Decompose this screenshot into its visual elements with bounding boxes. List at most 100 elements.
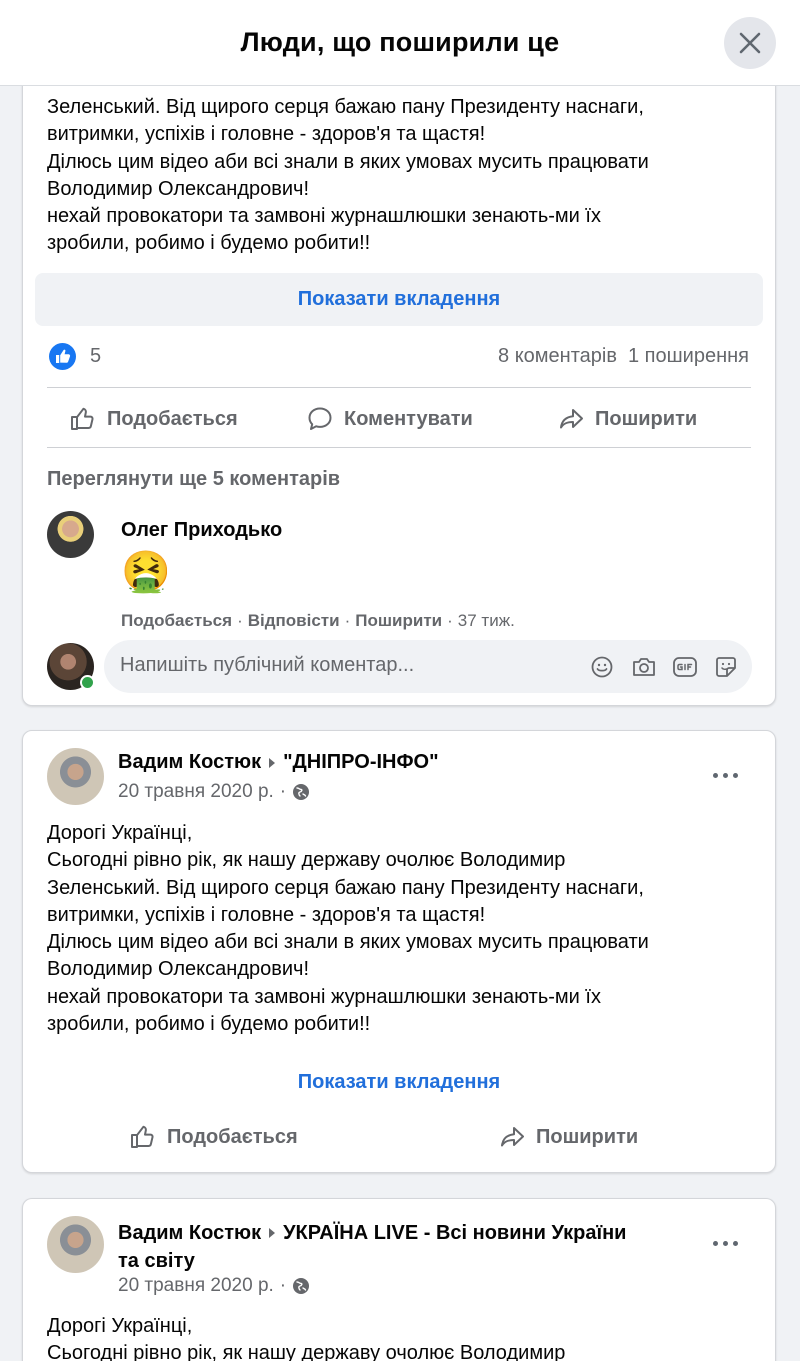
reactions-summary[interactable]: 5 — [49, 343, 101, 370]
share-button-label: Поширити — [595, 407, 698, 430]
comment-actions: Подобається · Відповісти · Поширити · 37… — [121, 611, 515, 631]
share-icon — [560, 409, 583, 429]
comment-like-link[interactable]: Подобається — [121, 611, 232, 631]
show-attachment-button[interactable]: Показати вкладення — [35, 1059, 763, 1105]
post-meta: 20 травня 2020 р. · — [118, 781, 310, 803]
post-text-line: Сьогодні рівно рік, як нашу державу очол… — [47, 1342, 566, 1361]
dot — [713, 773, 718, 778]
post-text-line: Володимир Олександрович! — [47, 958, 310, 981]
online-status-dot — [80, 675, 95, 690]
show-attachment-label: Показати вкладення — [297, 1070, 501, 1093]
camera-icon[interactable] — [631, 655, 657, 679]
close-button[interactable] — [724, 17, 776, 69]
separator: · — [279, 1275, 287, 1296]
dialog-title: Люди, що поширили це — [240, 27, 560, 57]
like-reaction-icon — [49, 343, 76, 370]
post-header: Вадим Костюк УКРАЇНА LIVE - Всі новини У… — [118, 1219, 708, 1275]
post-text-line: нехай провокатори та замвоні журнашлюшки… — [47, 985, 601, 1008]
shared-post-card-1: Зеленський. Від щирого серця бажаю пану … — [22, 60, 776, 706]
comment-reply-link[interactable]: Відповісти — [248, 611, 340, 631]
post-text-line: витримки, успіхів і головне - здоров'я т… — [47, 903, 486, 926]
post-text: Зеленський. Від щирого серця бажаю пану … — [47, 94, 649, 258]
globe-icon — [293, 1278, 310, 1294]
comment-author[interactable]: Олег Приходько — [121, 519, 282, 542]
more-options-button[interactable] — [713, 1241, 738, 1246]
triangle-right-icon — [269, 1228, 276, 1238]
dot — [723, 1241, 728, 1246]
globe-icon — [293, 784, 310, 800]
comment-button[interactable]: Коментувати — [306, 405, 473, 433]
post-text-line: нехай провокатори та замвоні журнашлюшки… — [47, 205, 601, 228]
post-text-line: Дорогі Українці, — [47, 1315, 193, 1337]
divider — [47, 447, 751, 448]
thumbs-up-icon — [131, 1125, 154, 1148]
share-button-label: Поширити — [536, 1125, 639, 1148]
separator: · — [279, 781, 287, 802]
comment-time[interactable]: 37 тиж. — [458, 611, 515, 631]
post-text-line: Ділюсь цим відео аби всі знали в яких ум… — [47, 931, 649, 954]
post-text-line: зробили, робимо і будемо робити!! — [47, 232, 371, 255]
dot — [733, 773, 738, 778]
dot — [713, 1241, 718, 1246]
gif-icon[interactable] — [672, 655, 698, 679]
show-attachment-button[interactable]: Показати вкладення — [35, 273, 763, 326]
post-stats: 8 коментарів 1 поширення — [498, 345, 749, 368]
comment-input[interactable]: Напишіть публічний коментар... — [104, 640, 752, 693]
author-avatar[interactable] — [47, 748, 104, 805]
dot — [723, 773, 728, 778]
more-options-button[interactable] — [713, 773, 738, 778]
post-header: Вадим Костюк "ДНІПРО-ІНФО" — [118, 751, 439, 774]
post-date[interactable]: 20 травня 2020 р. — [118, 781, 274, 803]
post-text: Дорогі Українці, Сьогодні рівно рік, як … — [47, 1313, 565, 1361]
thumbs-up-icon — [71, 407, 94, 430]
post-text-line: Зеленський. Від щирого серця бажаю пану … — [47, 876, 644, 899]
separator: · — [237, 611, 243, 630]
post-text-line: Ділюсь цим відео аби всі знали в яких ум… — [47, 150, 649, 173]
divider — [47, 387, 751, 388]
post-date[interactable]: 20 травня 2020 р. — [118, 1275, 274, 1297]
post-text-line: Сьогодні рівно рік, як нашу державу очол… — [47, 849, 566, 872]
like-count: 5 — [90, 345, 102, 367]
share-icon — [501, 1127, 524, 1147]
shares-count[interactable]: 1 поширення — [628, 345, 749, 368]
share-button[interactable]: Поширити — [498, 1123, 638, 1151]
comments-count[interactable]: 8 коментарів — [498, 345, 617, 368]
dialog-header: Люди, що поширили це — [0, 0, 800, 86]
post-text: Дорогі Українці, Сьогодні рівно рік, як … — [47, 820, 649, 1038]
dot — [733, 1241, 738, 1246]
separator: · — [344, 611, 351, 630]
comment-button-label: Коментувати — [344, 407, 473, 430]
triangle-right-icon — [269, 757, 276, 768]
post-group-continued[interactable]: та світу — [118, 1247, 708, 1275]
post-actions: Подобається Поширити — [23, 1111, 775, 1163]
separator: · — [447, 611, 453, 630]
comment-share-link[interactable]: Поширити — [355, 611, 442, 631]
post-group[interactable]: "ДНІПРО-ІНФО" — [283, 751, 439, 774]
post-text-line: Зеленський. Від щирого серця бажаю пану … — [47, 96, 644, 118]
comment-icon — [308, 407, 332, 430]
comment-emoji: 🤮 — [121, 549, 171, 595]
like-button[interactable]: Подобається — [129, 1123, 298, 1151]
view-more-comments-link[interactable]: Переглянути ще 5 коментарів — [47, 468, 340, 491]
post-text-line: Володимир Олександрович! — [47, 177, 310, 200]
post-author[interactable]: Вадим Костюк — [118, 1219, 261, 1247]
close-icon — [739, 32, 761, 54]
show-attachment-label: Показати вкладення — [297, 288, 501, 310]
post-text-line: витримки, успіхів і головне - здоров'я т… — [47, 123, 486, 146]
like-button[interactable]: Подобається — [69, 405, 238, 433]
like-button-label: Подобається — [167, 1125, 298, 1148]
emoji-icon[interactable] — [590, 655, 614, 679]
author-avatar[interactable] — [47, 1216, 104, 1273]
post-actions: Подобається Коментувати Поширити — [47, 391, 751, 447]
post-group[interactable]: УКРАЇНА LIVE - Всі новини України — [283, 1219, 626, 1247]
avatar[interactable] — [47, 511, 94, 558]
sticker-icon[interactable] — [714, 655, 738, 679]
share-button[interactable]: Поширити — [557, 405, 697, 433]
post-author[interactable]: Вадим Костюк — [118, 751, 261, 774]
shared-post-card-3: Вадим Костюк УКРАЇНА LIVE - Всі новини У… — [22, 1198, 776, 1361]
shared-post-card-2: Вадим Костюк "ДНІПРО-ІНФО" 20 травня 202… — [22, 730, 776, 1173]
post-meta: 20 травня 2020 р. · — [118, 1275, 310, 1297]
post-text-line: зробили, робимо і будемо робити!! — [47, 1013, 371, 1036]
like-button-label: Подобається — [107, 407, 238, 430]
comment-input-placeholder: Напишіть публічний коментар... — [120, 654, 415, 676]
